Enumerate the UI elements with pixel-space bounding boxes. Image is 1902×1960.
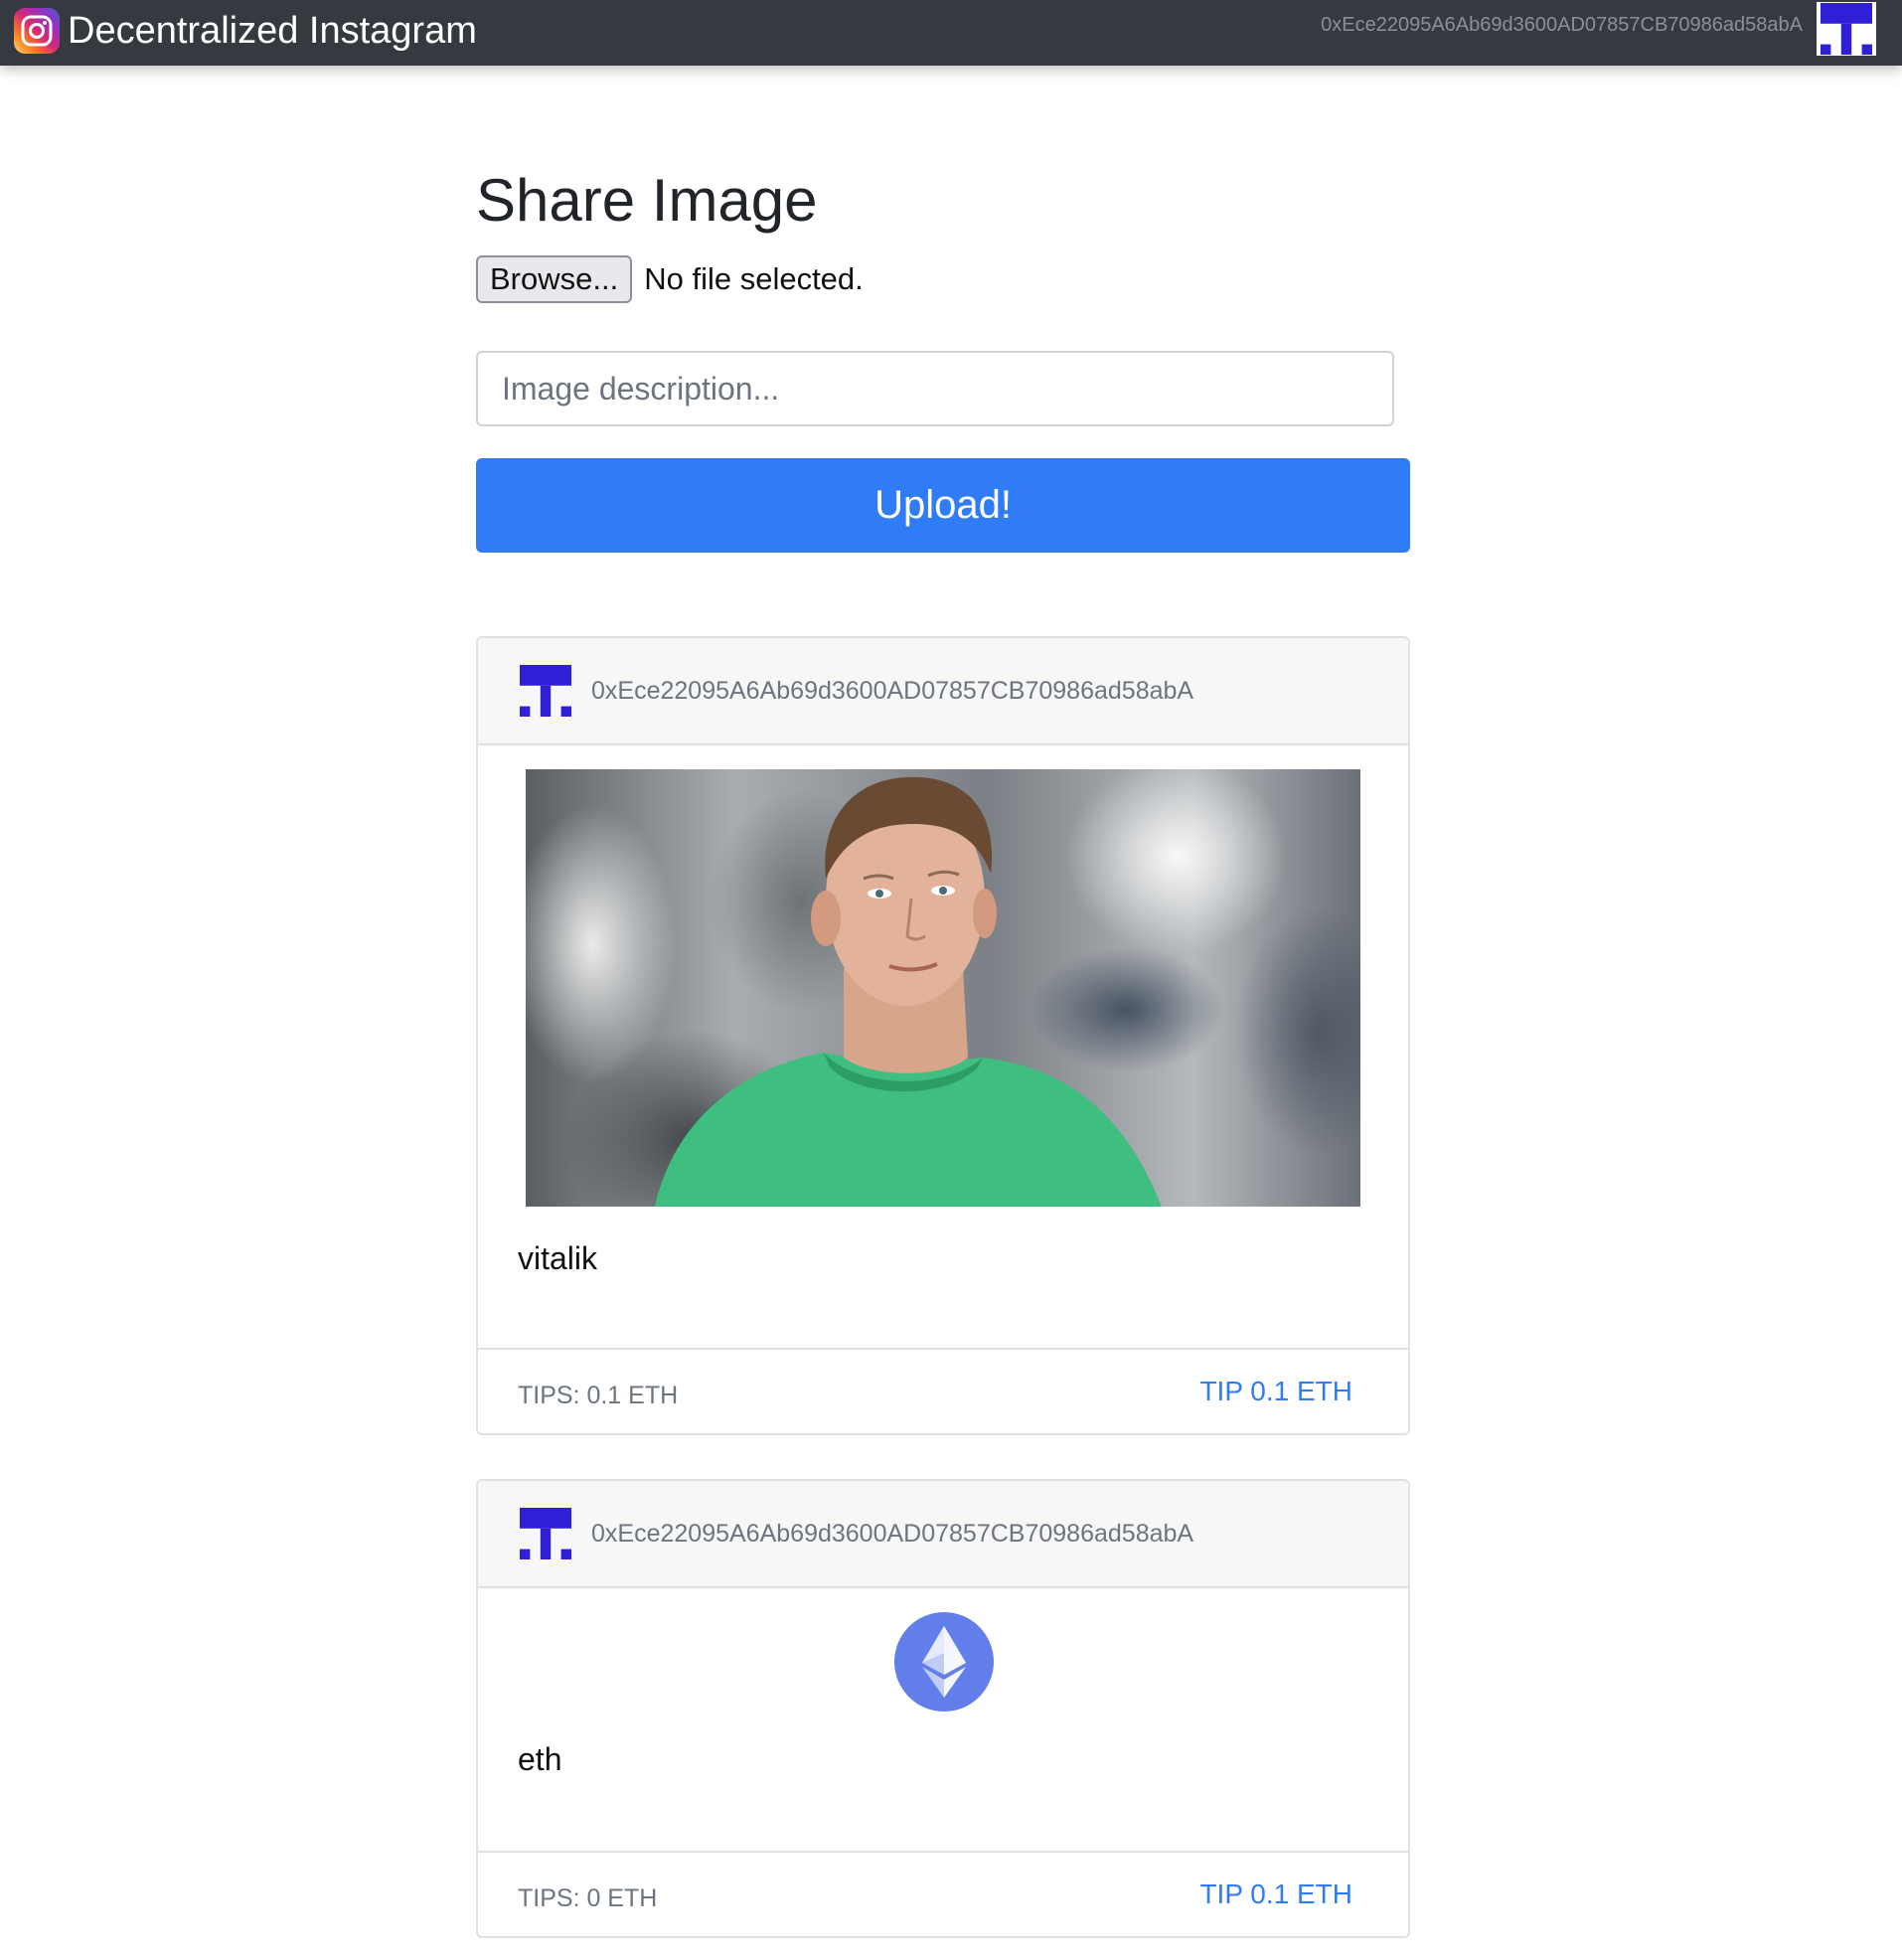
account-address: 0xEce22095A6Ab69d3600AD07857CB70986ad58a… xyxy=(1321,14,1803,36)
post-caption: eth xyxy=(518,1741,562,1777)
identicon-avatar xyxy=(520,1508,571,1559)
identicon-avatar xyxy=(520,665,571,717)
page-title: Share Image xyxy=(476,167,818,234)
post-image xyxy=(526,769,1360,1207)
upload-button[interactable]: Upload! xyxy=(476,458,1410,553)
file-status: No file selected. xyxy=(644,261,864,296)
brand-link[interactable]: Decentralized Instagram xyxy=(14,6,477,56)
post-footer: TIPS: 0 ETH TIP 0.1 ETH xyxy=(478,1851,1408,1936)
post-card: 0xEce22095A6Ab69d3600AD07857CB70986ad58a… xyxy=(476,1479,1410,1938)
post-author: 0xEce22095A6Ab69d3600AD07857CB70986ad58a… xyxy=(591,676,1194,705)
post-caption: vitalik xyxy=(518,1240,598,1276)
post-author: 0xEce22095A6Ab69d3600AD07857CB70986ad58a… xyxy=(591,1519,1194,1548)
ethereum-logo-icon xyxy=(894,1612,994,1712)
post-header: 0xEce22095A6Ab69d3600AD07857CB70986ad58a… xyxy=(478,638,1408,745)
identicon-avatar xyxy=(1817,2,1876,56)
instagram-icon xyxy=(14,8,60,54)
post-footer: TIPS: 0.1 ETH TIP 0.1 ETH xyxy=(478,1348,1408,1433)
share-form: Share Image Browse... No file selected. … xyxy=(476,159,1410,553)
navbar: Decentralized Instagram 0xEce22095A6Ab69… xyxy=(0,0,1902,66)
tip-button[interactable]: TIP 0.1 ETH xyxy=(1199,1376,1352,1407)
app-title: Decentralized Instagram xyxy=(68,9,477,52)
tips-amount: TIPS: 0 ETH xyxy=(518,1883,658,1912)
browse-button[interactable]: Browse... xyxy=(476,255,633,303)
file-input: Browse... No file selected. xyxy=(476,254,864,304)
tip-button[interactable]: TIP 0.1 ETH xyxy=(1199,1878,1352,1910)
post-header: 0xEce22095A6Ab69d3600AD07857CB70986ad58a… xyxy=(478,1481,1408,1588)
image-description-input[interactable] xyxy=(476,351,1394,426)
post-card: 0xEce22095A6Ab69d3600AD07857CB70986ad58a… xyxy=(476,636,1410,1435)
tips-amount: TIPS: 0.1 ETH xyxy=(518,1381,679,1409)
